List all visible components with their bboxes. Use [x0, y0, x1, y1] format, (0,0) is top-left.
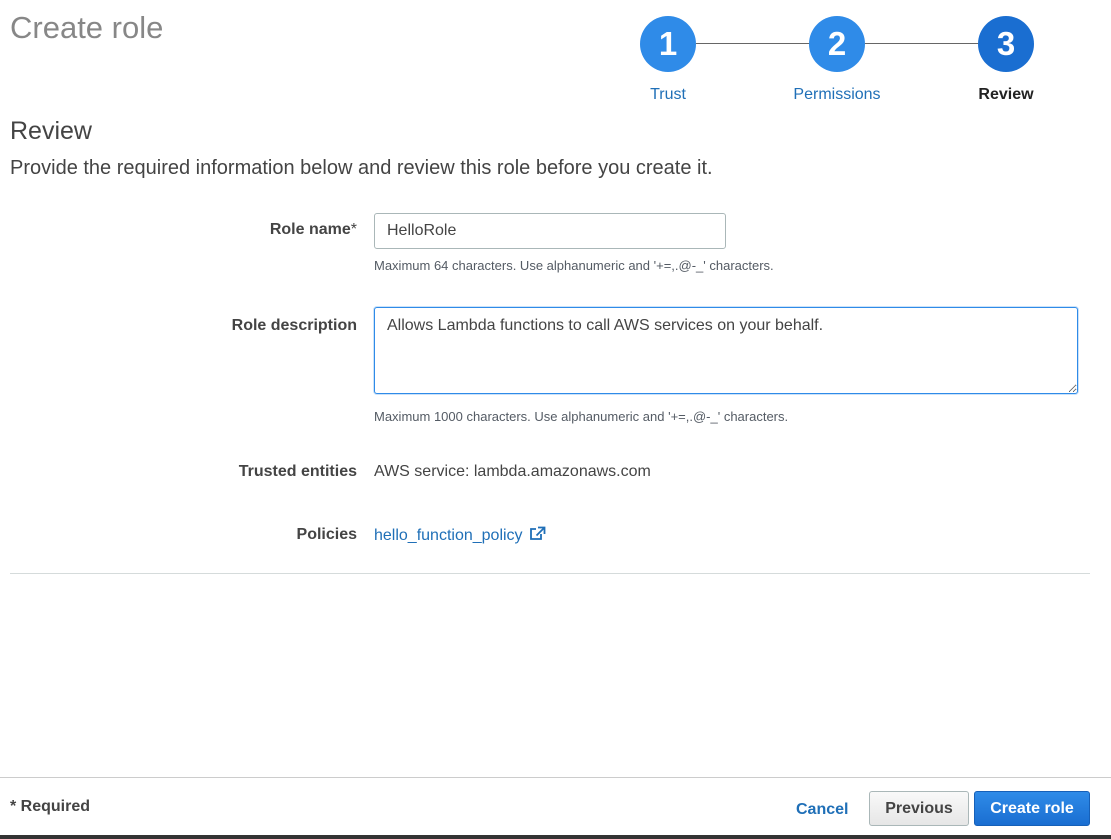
external-link-icon [529, 526, 546, 546]
role-name-label-text: Role name [269, 221, 351, 238]
step-number-badge: 3 [978, 16, 1034, 72]
step-number-badge: 2 [809, 16, 865, 72]
wizard-footer: * Required Cancel Previous Create role [0, 777, 1111, 839]
step-review: 3 Review [958, 16, 1054, 104]
role-name-label: Role name* [270, 221, 357, 239]
role-name-input[interactable] [374, 213, 726, 249]
step-permissions[interactable]: 2 Permissions [789, 16, 885, 104]
cancel-button[interactable]: Cancel [784, 793, 860, 827]
previous-button[interactable]: Previous [869, 791, 969, 826]
step-label: Review [978, 86, 1034, 103]
section-divider [10, 573, 1090, 574]
wizard-stepper: 1 Trust 2 Permissions 3 Review [620, 16, 1060, 111]
step-trust[interactable]: 1 Trust [620, 16, 716, 104]
section-heading: Review [10, 117, 92, 145]
step-label: Trust [650, 86, 686, 103]
role-name-hint: Maximum 64 characters. Use alphanumeric … [374, 258, 774, 273]
bottom-bar [0, 835, 1111, 839]
section-description: Provide the required information below a… [10, 157, 713, 179]
create-role-button[interactable]: Create role [974, 791, 1090, 826]
step-number-badge: 1 [640, 16, 696, 72]
policies-label: Policies [296, 526, 357, 543]
role-description-label: Role description [231, 317, 357, 334]
policy-link[interactable]: hello_function_policy [374, 526, 546, 546]
role-description-textarea[interactable]: Allows Lambda functions to call AWS serv… [374, 307, 1078, 394]
required-asterisk: * [350, 221, 357, 238]
policy-link-text: hello_function_policy [374, 527, 523, 544]
required-note: * Required [10, 798, 91, 815]
step-label: Permissions [793, 86, 881, 103]
trusted-entities-label: Trusted entities [238, 463, 357, 480]
page-title: Create role [10, 10, 164, 45]
trusted-entities-value: AWS service: lambda.amazonaws.com [374, 463, 651, 480]
role-description-hint: Maximum 1000 characters. Use alphanumeri… [374, 409, 789, 424]
